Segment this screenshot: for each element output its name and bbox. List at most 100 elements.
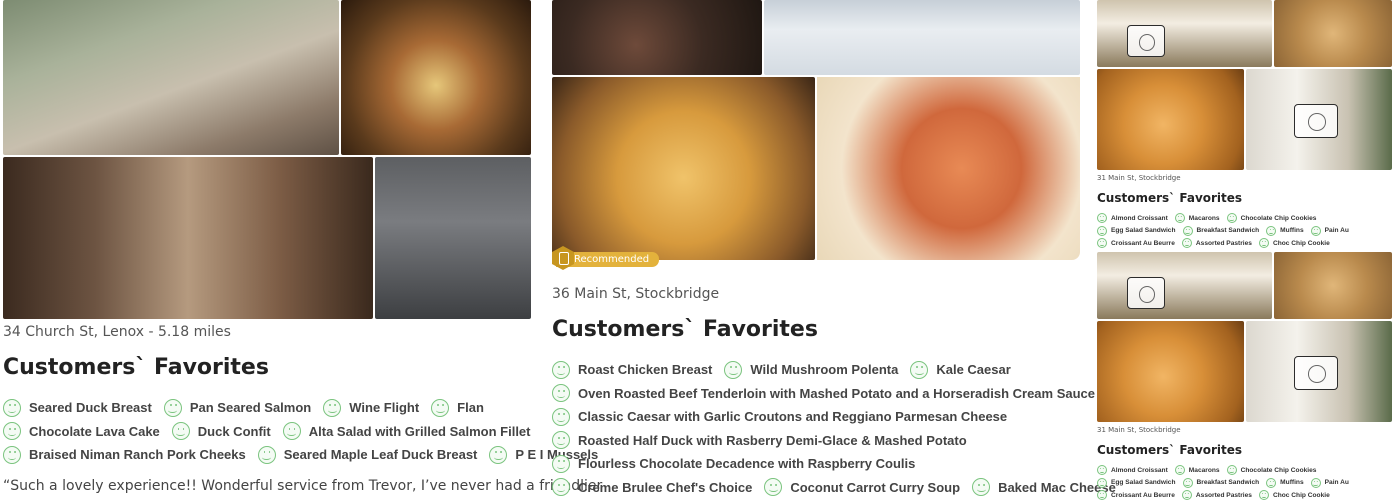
favorite-tag[interactable]: Wild Mushroom Polenta bbox=[724, 360, 899, 379]
bakery-storefront-photo[interactable] bbox=[1097, 252, 1272, 319]
favorite-tag[interactable]: Seared Maple Leaf Duck Breast bbox=[257, 445, 478, 464]
favorite-tag[interactable]: Creme Brulee Chef's Choice bbox=[552, 478, 752, 497]
recommended-label: Recommended bbox=[574, 254, 650, 265]
favorite-label: Pain Au bbox=[1324, 479, 1349, 487]
croissants-photo[interactable] bbox=[1097, 321, 1244, 422]
restaurant-address: 34 Church St, Lenox - 5.18 miles bbox=[3, 324, 231, 340]
favorite-tag[interactable]: Choc Chip Cookie bbox=[1258, 238, 1330, 248]
smile-icon bbox=[323, 398, 342, 417]
favorite-tag[interactable]: Assorted Pastries bbox=[1181, 238, 1252, 248]
favorite-tag[interactable]: Muffins bbox=[1266, 225, 1304, 236]
burger-photo[interactable] bbox=[552, 77, 815, 260]
favorite-label: Egg Salad Sandwich bbox=[1111, 227, 1176, 235]
bakery-door-photo[interactable] bbox=[1246, 321, 1392, 422]
favorite-tag[interactable]: Alta Salad with Grilled Salmon Fillet bbox=[282, 422, 531, 441]
steak-dish-photo[interactable] bbox=[552, 0, 762, 75]
smile-icon bbox=[431, 398, 450, 417]
favorites-row: Roasted Half Duck with Rasberry Demi-Gla… bbox=[552, 429, 1128, 453]
favorites-row: Almond Croissant Macarons Chocolate Chip… bbox=[1097, 212, 1356, 225]
bakery-door-photo[interactable] bbox=[1246, 69, 1392, 170]
favorite-label: Almond Croissant bbox=[1111, 214, 1168, 222]
favorite-tag[interactable]: Croissant Au Beurre bbox=[1097, 490, 1175, 500]
favorites-row: Braised Niman Ranch Pork Cheeks Seared M… bbox=[3, 443, 610, 467]
favorite-tag[interactable]: Egg Salad Sandwich bbox=[1097, 225, 1176, 236]
favorite-label: Breakfast Sandwich bbox=[1196, 227, 1260, 235]
bakery-sign-icon bbox=[1294, 104, 1338, 138]
bakery-storefront-photo[interactable] bbox=[1097, 0, 1272, 67]
favorite-label: Assorted Pastries bbox=[1195, 491, 1252, 499]
croissants-photo[interactable] bbox=[1097, 69, 1244, 170]
favorite-label: Macarons bbox=[1188, 214, 1220, 222]
favorite-tag[interactable]: Chocolate Chip Cookies bbox=[1226, 213, 1316, 224]
smile-icon bbox=[972, 478, 991, 497]
favorite-tag[interactable]: Wine Flight bbox=[323, 398, 419, 417]
favorite-label: Macarons bbox=[1188, 466, 1220, 474]
smile-icon bbox=[552, 431, 570, 450]
smile-icon bbox=[552, 454, 570, 473]
favorite-tag[interactable]: Choc Chip Cookie bbox=[1258, 490, 1330, 500]
bakery-sign-icon bbox=[1294, 356, 1338, 390]
smile-icon bbox=[171, 422, 190, 441]
favorite-tag[interactable]: Braised Niman Ranch Pork Cheeks bbox=[3, 445, 246, 464]
favorite-tag[interactable]: Breakfast Sandwich bbox=[1182, 225, 1260, 236]
recommended-badge: Recommended bbox=[552, 246, 660, 270]
favorite-tag[interactable]: Croissant Au Beurre bbox=[1097, 238, 1175, 248]
smile-icon bbox=[282, 422, 301, 441]
favorites-row: Egg Salad Sandwich Breakfast Sandwich Mu… bbox=[1097, 477, 1356, 490]
restaurant-patio-photo[interactable] bbox=[3, 0, 339, 155]
favorites-row: Croissant Au Beurre Assorted Pastries Ch… bbox=[1097, 237, 1356, 248]
favorites-heading: Customers` Favorites bbox=[552, 317, 818, 342]
smile-icon bbox=[1097, 213, 1107, 224]
favorite-tag[interactable]: Roasted Half Duck with Rasberry Demi-Gla… bbox=[552, 431, 967, 450]
smile-icon bbox=[552, 407, 570, 426]
favorite-label: Choc Chip Cookie bbox=[1272, 239, 1330, 247]
snowy-exterior-photo[interactable] bbox=[764, 0, 1080, 75]
smile-icon bbox=[3, 398, 21, 417]
favorite-label: Muffins bbox=[1280, 479, 1304, 487]
cookies-photo[interactable] bbox=[1274, 0, 1392, 67]
favorites-list: Seared Duck Breast Pan Seared Salmon Win… bbox=[3, 396, 610, 467]
favorite-tag[interactable]: Baked Mac Cheese bbox=[972, 478, 1116, 497]
favorite-tag[interactable]: Seared Duck Breast bbox=[3, 398, 152, 417]
favorite-tag[interactable]: Roast Chicken Breast bbox=[552, 360, 712, 379]
smile-icon bbox=[257, 445, 276, 464]
salmon-dish-photo[interactable] bbox=[817, 77, 1080, 260]
favorite-tag[interactable]: Almond Croissant bbox=[1097, 213, 1168, 224]
favorite-tag[interactable]: Pan Seared Salmon bbox=[163, 398, 311, 417]
smile-icon bbox=[552, 384, 570, 403]
favorite-tag[interactable]: Macarons bbox=[1174, 213, 1220, 224]
favorite-tag[interactable]: Oven Roasted Beef Tenderloin with Mashed… bbox=[552, 384, 1095, 403]
smile-icon bbox=[1181, 490, 1192, 500]
favorite-tag[interactable]: Duck Confit bbox=[171, 422, 271, 441]
bakery-sign-icon bbox=[1127, 25, 1165, 57]
favorite-tag[interactable]: Muffins bbox=[1266, 477, 1304, 488]
favorite-tag[interactable]: Macarons bbox=[1174, 465, 1220, 476]
favorite-tag[interactable]: Egg Salad Sandwich bbox=[1097, 477, 1176, 488]
favorite-label: Egg Salad Sandwich bbox=[1111, 479, 1176, 487]
smile-icon bbox=[489, 445, 508, 464]
favorite-tag[interactable]: Coconut Carrot Curry Soup bbox=[764, 478, 960, 497]
favorite-tag[interactable]: Classic Caesar with Garlic Croutons and … bbox=[552, 407, 1007, 426]
favorite-tag[interactable]: Chocolate Chip Cookies bbox=[1226, 465, 1316, 476]
wine-glasses-photo[interactable] bbox=[375, 157, 531, 319]
favorite-tag[interactable]: Almond Croissant bbox=[1097, 465, 1168, 476]
favorite-tag[interactable]: Breakfast Sandwich bbox=[1182, 477, 1259, 488]
favorite-tag[interactable]: Flan bbox=[431, 398, 484, 417]
duck-dish-photo[interactable] bbox=[341, 0, 531, 155]
favorite-label: Seared Maple Leaf Duck Breast bbox=[283, 447, 478, 463]
favorite-tag[interactable]: Flourless Chocolate Decadence with Raspb… bbox=[552, 454, 915, 473]
favorite-tag[interactable]: Assorted Pastries bbox=[1181, 490, 1252, 500]
favorite-tag[interactable]: Kale Caesar bbox=[910, 360, 1011, 379]
favorite-tag[interactable]: Chocolate Lava Cake bbox=[3, 422, 160, 441]
smile-icon bbox=[1174, 465, 1185, 476]
favorites-row: Seared Duck Breast Pan Seared Salmon Win… bbox=[3, 396, 610, 420]
favorite-label: Wild Mushroom Polenta bbox=[750, 362, 899, 378]
restaurant-address: 31 Main St, Stockbridge bbox=[1097, 174, 1181, 182]
favorite-tag[interactable]: Pain Au bbox=[1310, 225, 1349, 236]
smile-icon bbox=[910, 360, 929, 379]
cookies-photo[interactable] bbox=[1274, 252, 1392, 319]
favorite-tag[interactable]: Pain Au bbox=[1310, 477, 1349, 488]
favorite-label: Croissant Au Beurre bbox=[1111, 491, 1175, 499]
wine-flight-photo[interactable] bbox=[3, 157, 373, 319]
smile-icon bbox=[1182, 477, 1193, 488]
